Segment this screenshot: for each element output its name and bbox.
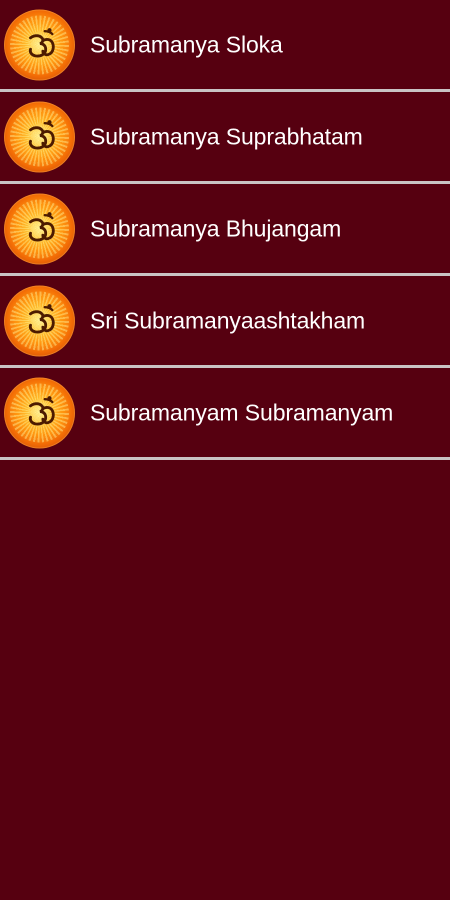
list-item-label: Sri Subramanyaashtakham	[90, 307, 366, 333]
om-symbol	[28, 396, 55, 426]
list-item-subramanyam-subramanyam[interactable]: Subramanyam Subramanyam	[0, 368, 450, 457]
app-screen: Subramanya Sloka Subramanya Suprabhatam	[0, 0, 450, 900]
om-symbol	[28, 120, 55, 150]
om-symbol	[28, 212, 55, 242]
row-divider	[0, 457, 450, 460]
list-item-label: Subramanya Sloka	[90, 31, 283, 57]
om-icon	[4, 193, 75, 264]
om-symbol	[28, 28, 55, 58]
list-item-subramanya-sloka[interactable]: Subramanya Sloka	[0, 0, 450, 89]
om-icon	[4, 101, 75, 172]
list-item-sri-subramanyaashtakham[interactable]: Sri Subramanyaashtakham	[0, 276, 450, 365]
list-item-label: Subramanyam Subramanyam	[90, 399, 394, 425]
sloka-list: Subramanya Sloka Subramanya Suprabhatam	[0, 0, 450, 460]
om-icon	[4, 377, 75, 448]
list-item-label: Subramanya Suprabhatam	[90, 123, 363, 149]
om-symbol	[28, 304, 55, 334]
om-icon	[4, 9, 75, 80]
list-item-label: Subramanya Bhujangam	[90, 215, 342, 241]
list-item-subramanya-bhujangam[interactable]: Subramanya Bhujangam	[0, 184, 450, 273]
list-item-subramanya-suprabhatam[interactable]: Subramanya Suprabhatam	[0, 92, 450, 181]
om-icon	[4, 285, 75, 356]
